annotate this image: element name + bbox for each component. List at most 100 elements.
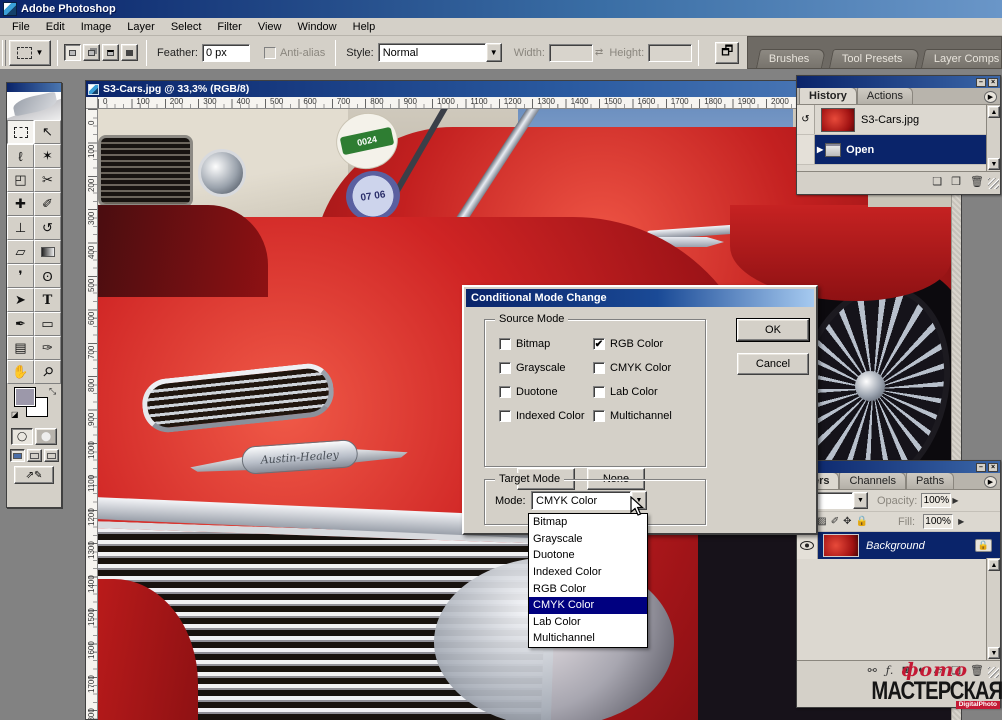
toolbox-feather-logo[interactable] — [7, 92, 61, 120]
pen-tool[interactable]: ✒ — [7, 312, 34, 336]
edit-in-imageready-button[interactable]: ⇗✎ — [14, 466, 54, 484]
tool-preset-picker[interactable]: ▼ — [9, 39, 51, 66]
magic-wand-tool[interactable]: ✶ — [34, 144, 61, 168]
history-scrollbar[interactable]: ▲ ▼ — [986, 105, 1000, 171]
vertical-ruler[interactable]: 0 100 200 300 400 500 600 700 800 900 1000 1100 1200… — [86, 109, 98, 719]
menu-window[interactable]: Window — [290, 19, 345, 35]
menu-layer[interactable]: Layer — [119, 19, 163, 35]
dialog-titlebar[interactable]: Conditional Mode Change — [466, 289, 814, 307]
eyedropper-tool[interactable]: ✑ — [34, 336, 61, 360]
chevron-down-icon[interactable]: ▼ — [853, 492, 868, 509]
new-snapshot-icon[interactable]: ❒ — [951, 175, 961, 188]
checkbox-box[interactable] — [499, 338, 511, 350]
scroll-up-icon[interactable]: ▲ — [988, 106, 1000, 118]
checkbox-rgb-color[interactable]: ✔ RGB Color — [593, 338, 663, 350]
tab-channels[interactable]: Channels — [839, 473, 906, 489]
anti-alias-checkbox[interactable] — [263, 46, 276, 59]
resize-grip[interactable] — [988, 178, 999, 189]
scroll-up-icon[interactable]: ▲ — [988, 559, 1000, 571]
rectangular-marquee-tool[interactable] — [7, 120, 34, 144]
minimize-icon[interactable]: – — [976, 462, 986, 472]
type-tool[interactable]: T — [34, 288, 61, 312]
crop-tool[interactable]: ◰ — [7, 168, 34, 192]
ok-button[interactable]: OK — [736, 318, 810, 342]
app-titlebar[interactable]: Adobe Photoshop — [0, 0, 1002, 18]
zoom-tool[interactable]: ⚲ — [34, 360, 61, 384]
swap-dimensions-icon[interactable]: ⇄ — [595, 47, 603, 58]
tab-paths[interactable]: Paths — [905, 473, 955, 489]
history-brush-tool[interactable]: ↺ — [34, 216, 61, 240]
history-palette-titlebar[interactable]: – × — [797, 76, 1000, 88]
notes-tool[interactable]: ▤ — [7, 336, 34, 360]
checkbox-grayscale[interactable]: Grayscale — [499, 362, 566, 374]
checkbox-duotone[interactable]: Duotone — [499, 386, 558, 398]
layer-row-background[interactable]: Background 🔒 — [797, 532, 1000, 559]
menu-file[interactable]: File — [4, 19, 38, 35]
eraser-tool[interactable]: ▱ — [7, 240, 34, 264]
checkbox-box[interactable] — [499, 410, 511, 422]
lock-image-icon[interactable]: ✐ — [831, 516, 839, 527]
add-to-selection-button[interactable] — [83, 44, 100, 61]
style-combobox[interactable]: Normal ▼ — [377, 43, 502, 62]
dropdown-item-duotone[interactable]: Duotone — [529, 547, 647, 564]
slice-tool[interactable]: ✂ — [34, 168, 61, 192]
palette-menu-icon[interactable]: ▶ — [984, 91, 997, 103]
clone-stamp-tool[interactable]: ⊥ — [7, 216, 34, 240]
feather-input[interactable]: 0 px — [201, 43, 250, 62]
checkbox-lab-color[interactable]: Lab Color — [593, 386, 658, 398]
dropdown-item-multichannel[interactable]: Multichannel — [529, 630, 647, 647]
history-snapshot-row[interactable]: ↺ S3-Cars.jpg — [797, 105, 1000, 135]
opacity-value[interactable]: 100% — [921, 493, 952, 508]
cancel-button[interactable]: Cancel — [737, 353, 809, 375]
ruler-origin-corner[interactable] — [86, 97, 98, 109]
move-tool[interactable]: ↖ — [34, 120, 61, 144]
path-selection-tool[interactable]: ➤ — [7, 288, 34, 312]
standard-mode-button[interactable]: ◯ — [11, 428, 33, 445]
checkbox-box[interactable] — [593, 362, 605, 374]
scroll-down-icon[interactable]: ▼ — [988, 158, 1000, 170]
fullscreen-button[interactable] — [43, 449, 59, 462]
lock-all-icon[interactable]: 🔒 — [856, 516, 868, 527]
close-icon[interactable]: × — [988, 77, 998, 87]
options-bar-grip[interactable] — [2, 39, 6, 66]
checkbox-box[interactable] — [593, 410, 605, 422]
menu-image[interactable]: Image — [73, 19, 120, 35]
close-icon[interactable]: × — [988, 462, 998, 472]
scroll-down-icon[interactable]: ▼ — [988, 647, 1000, 659]
tab-actions[interactable]: Actions — [856, 88, 913, 104]
checkbox-cmyk-color[interactable]: CMYK Color — [593, 362, 671, 374]
fill-slider-arrow-icon[interactable]: ▶ — [958, 517, 964, 526]
palette-menu-icon[interactable]: ▶ — [984, 476, 997, 488]
gradient-tool[interactable] — [34, 240, 61, 264]
menu-edit[interactable]: Edit — [38, 19, 73, 35]
dropdown-item-grayscale[interactable]: Grayscale — [529, 531, 647, 548]
delete-state-icon[interactable]: 🗑 — [970, 175, 984, 188]
visibility-toggle[interactable] — [797, 532, 818, 559]
fill-value[interactable]: 100% — [923, 514, 954, 529]
toolbox-titlebar[interactable] — [7, 83, 61, 92]
width-input[interactable] — [548, 43, 593, 62]
lasso-tool[interactable]: ℓ — [7, 144, 34, 168]
checkbox-multichannel[interactable]: Multichannel — [593, 410, 672, 422]
foreground-color-swatch[interactable] — [14, 387, 36, 407]
style-combo-arrow[interactable]: ▼ — [485, 43, 502, 62]
minimize-icon[interactable]: – — [976, 77, 986, 87]
history-brush-source-well[interactable] — [797, 135, 815, 164]
brush-tool[interactable]: ✐ — [34, 192, 61, 216]
shape-tool[interactable]: ▭ — [34, 312, 61, 336]
menu-help[interactable]: Help — [345, 19, 384, 35]
checkbox-bitmap[interactable]: Bitmap — [499, 338, 550, 350]
new-document-from-state-icon[interactable]: ❏ — [932, 175, 942, 188]
dropdown-item-cmyk-color[interactable]: CMYK Color — [529, 596, 647, 614]
dropdown-item-indexed-color[interactable]: Indexed Color — [529, 564, 647, 581]
tab-history[interactable]: History — [799, 88, 857, 104]
intersect-selection-button[interactable] — [121, 44, 138, 61]
dodge-tool[interactable]: ʘ — [34, 264, 61, 288]
healing-brush-tool[interactable]: ✚ — [7, 192, 34, 216]
blur-tool[interactable]: ❜ — [7, 264, 34, 288]
layers-scrollbar[interactable]: ▲ ▼ — [986, 558, 1000, 660]
swap-colors-icon[interactable]: ⤡ — [49, 386, 56, 397]
hand-tool[interactable]: ✋ — [7, 360, 34, 384]
well-tab-tool-presets[interactable]: Tool Presets — [828, 49, 920, 68]
checkbox-box[interactable] — [593, 386, 605, 398]
